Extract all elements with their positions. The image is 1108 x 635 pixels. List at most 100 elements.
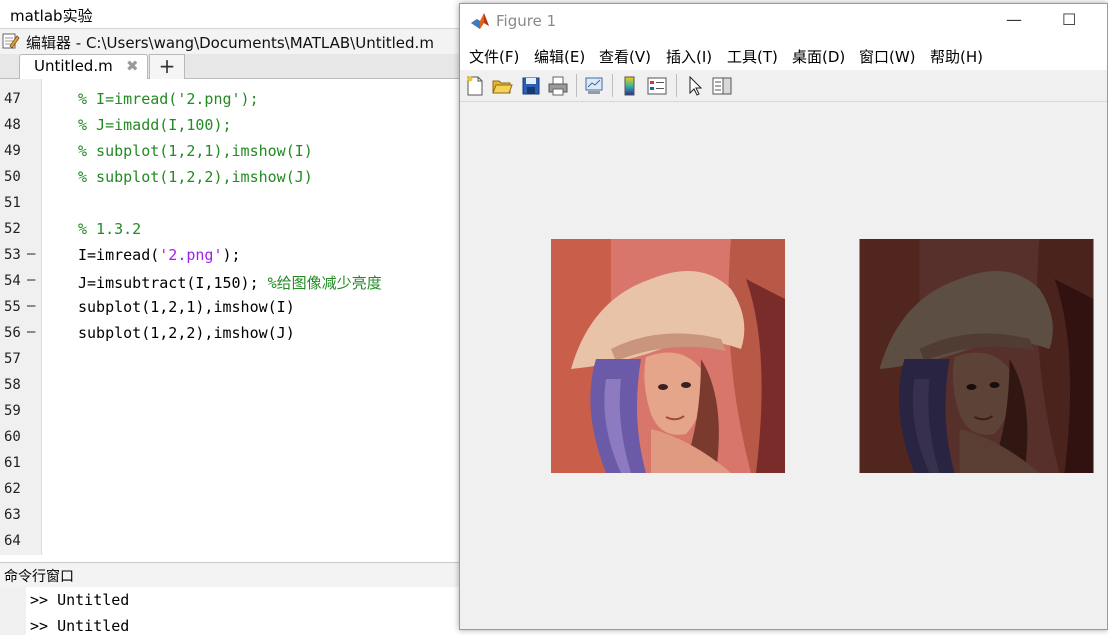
code-line[interactable]: 61: [0, 451, 470, 477]
breakpoint-marker[interactable]: —: [27, 272, 35, 288]
line-number: 48: [4, 117, 21, 133]
tab-label: Untitled.m: [34, 57, 113, 75]
code-text: % subplot(1,2,2),imshow(J): [78, 168, 313, 186]
image-region: [966, 384, 977, 390]
menu-file[interactable]: 文件(F): [469, 46, 519, 67]
code-line[interactable]: 47 % I=imread('2.png');: [0, 87, 470, 113]
matlab-logo-icon: [471, 13, 489, 29]
code-line[interactable]: 58: [0, 373, 470, 399]
code-token: subplot(1,2,2),imshow(J): [78, 324, 295, 342]
toolbar-separator: [612, 74, 613, 97]
code-editor[interactable]: 47 % I=imread('2.png'); 48 % J=imadd(I,100)…: [0, 79, 470, 555]
figure-window[interactable]: Figure 1 — ☐ 文件(F) 编辑(E) 查看(V) 插入(I) 工具(…: [459, 3, 1108, 630]
command-history-line: >> Untitled: [30, 617, 130, 635]
code-line[interactable]: 51: [0, 191, 470, 217]
print-icon[interactable]: [547, 75, 569, 97]
line-number: 62: [4, 481, 21, 497]
code-line[interactable]: 48 % J=imadd(I,100);: [0, 113, 470, 139]
menu-view[interactable]: 查看(V): [599, 46, 651, 67]
link-plot-icon[interactable]: [583, 75, 605, 97]
code-token: % 1.3.2: [78, 220, 142, 238]
save-icon[interactable]: [520, 75, 542, 97]
code-line[interactable]: 56 — subplot(1,2,2),imshow(J): [0, 321, 470, 347]
editor-tab-strip: Untitled.m ✖ +: [0, 54, 470, 79]
code-token: %给图像减少亮度: [267, 274, 382, 292]
line-number: 49: [4, 143, 21, 159]
breakpoint-marker[interactable]: —: [27, 298, 35, 314]
line-number: 54: [4, 273, 21, 289]
original-image: [551, 239, 785, 473]
open-file-icon[interactable]: [491, 75, 513, 97]
line-number: 53: [4, 247, 21, 263]
code-line[interactable]: 53 — I=imread('2.png');: [0, 243, 470, 269]
image-region: [658, 384, 668, 390]
code-line[interactable]: 50 % subplot(1,2,2),imshow(J): [0, 165, 470, 191]
line-number: 59: [4, 403, 21, 419]
figure-menu-bar: 文件(F) 编辑(E) 查看(V) 插入(I) 工具(T) 桌面(D) 窗口(W…: [460, 38, 1107, 70]
new-figure-icon[interactable]: [464, 75, 486, 97]
code-text: I=imread('2.png');: [78, 246, 241, 264]
select-arrow-icon[interactable]: [684, 75, 706, 97]
editor-pencil-icon: [2, 33, 20, 49]
menu-window[interactable]: 窗口(W): [859, 46, 916, 67]
line-number: 60: [4, 429, 21, 445]
code-line[interactable]: 64: [0, 529, 470, 555]
figure-title: Figure 1: [496, 12, 557, 30]
code-token: );: [222, 246, 241, 264]
line-number: 50: [4, 169, 21, 185]
menu-tools[interactable]: 工具(T): [727, 46, 778, 67]
code-token: J=imsubtract(I,150);: [78, 274, 268, 292]
editor-file-path: 编辑器 - C:\Users\wang\Documents\MATLAB\Unt…: [26, 34, 434, 52]
code-line[interactable]: 49 % subplot(1,2,1),imshow(I): [0, 139, 470, 165]
line-number: 56: [4, 325, 21, 341]
line-number: 51: [4, 195, 21, 211]
window-title: matlab实验: [10, 7, 93, 25]
code-line[interactable]: 57: [0, 347, 470, 373]
line-number: 57: [4, 351, 21, 367]
colorbar-icon[interactable]: [619, 75, 641, 97]
code-text: J=imsubtract(I,150); %给图像减少亮度: [78, 272, 382, 293]
command-gutter: [0, 587, 26, 635]
add-tab-button[interactable]: +: [149, 54, 185, 79]
code-token: % I=imread('2.png');: [78, 90, 259, 108]
code-line[interactable]: 54 — J=imsubtract(I,150); %给图像减少亮度: [0, 269, 470, 295]
figure-title-bar[interactable]: Figure 1 — ☐: [460, 4, 1107, 38]
menu-edit[interactable]: 编辑(E): [534, 46, 585, 67]
command-window[interactable]: >> Untitled >> Untitled: [0, 587, 470, 635]
line-number: 55: [4, 299, 21, 315]
menu-insert[interactable]: 插入(I): [666, 46, 712, 67]
code-line[interactable]: 52 % 1.3.2: [0, 217, 470, 243]
code-text: % I=imread('2.png');: [78, 90, 259, 108]
editor-window: matlab实验 编辑器 - C:\Users\wang\Documents\M…: [0, 0, 470, 635]
close-tab-icon[interactable]: ✖: [126, 57, 139, 75]
darkened-image: [859, 239, 1094, 473]
line-number: 47: [4, 91, 21, 107]
tab-untitled-m[interactable]: Untitled.m ✖: [19, 54, 148, 79]
toolbar-separator: [576, 74, 577, 97]
code-text: % J=imadd(I,100);: [78, 116, 232, 134]
figure-toolbar: [460, 70, 1107, 102]
code-token: % J=imadd(I,100);: [78, 116, 232, 134]
code-token: I=imread(: [78, 246, 160, 264]
code-line[interactable]: 63: [0, 503, 470, 529]
code-token: subplot(1,2,1),imshow(I): [78, 298, 295, 316]
menu-help[interactable]: 帮助(H): [930, 46, 983, 67]
command-window-header: 命令行窗口: [0, 562, 470, 588]
maximize-button[interactable]: ☐: [1062, 10, 1076, 29]
code-line[interactable]: 55 — subplot(1,2,1),imshow(I): [0, 295, 470, 321]
minimize-button[interactable]: —: [1006, 10, 1022, 29]
image-region: [681, 382, 691, 388]
code-token: % subplot(1,2,1),imshow(I): [78, 142, 313, 160]
code-line[interactable]: 62: [0, 477, 470, 503]
legend-icon[interactable]: [646, 75, 668, 97]
breakpoint-marker[interactable]: —: [27, 324, 35, 340]
code-token: % subplot(1,2,2),imshow(J): [78, 168, 313, 186]
code-text: % subplot(1,2,1),imshow(I): [78, 142, 313, 160]
breakpoint-marker[interactable]: —: [27, 246, 35, 262]
code-line[interactable]: 60: [0, 425, 470, 451]
code-line[interactable]: 59: [0, 399, 470, 425]
menu-desktop[interactable]: 桌面(D): [792, 46, 845, 67]
image-region: [989, 382, 1000, 388]
property-editor-icon[interactable]: [711, 75, 733, 97]
editor-title-bar: matlab实验: [0, 0, 470, 28]
